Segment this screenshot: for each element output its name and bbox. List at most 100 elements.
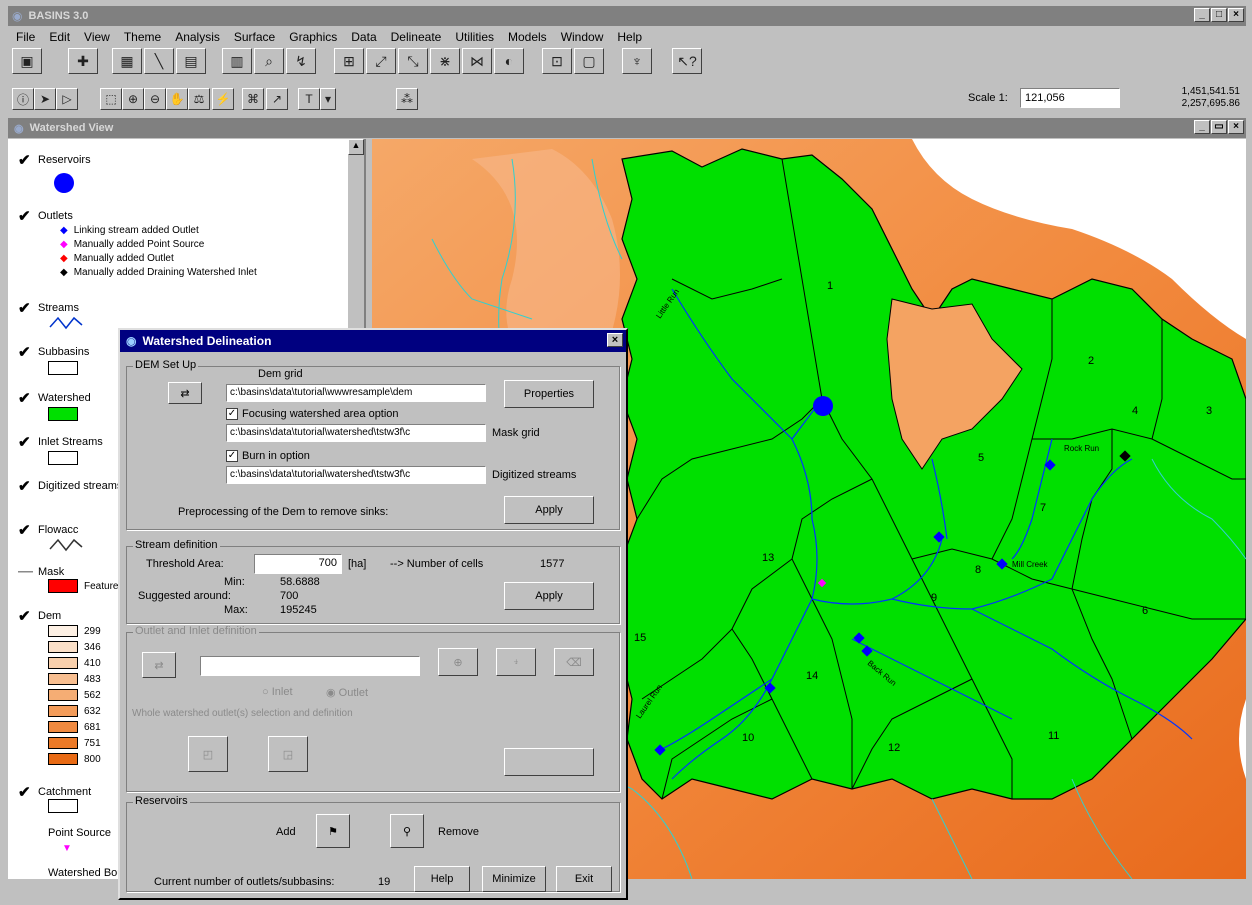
burn-in-field[interactable]: c:\basins\data\tutorial\watershed\tstw3f… <box>226 466 486 484</box>
scale-input[interactable]: 121,056 <box>1020 88 1120 108</box>
catchment-swatch <box>48 799 78 813</box>
zoom-active-icon[interactable]: ⤡ <box>398 48 428 74</box>
minimize-app-button[interactable]: _ <box>1194 8 1210 22</box>
outlet-table-field[interactable] <box>200 656 420 676</box>
inlet-radio[interactable]: ○ Inlet <box>262 686 293 698</box>
legend-dem[interactable]: ✔ Dem <box>18 607 61 625</box>
minimize-button[interactable]: Minimize <box>482 866 546 892</box>
previous-extent-icon[interactable]: ◐ <box>494 48 524 74</box>
pan-icon[interactable]: ✋ <box>166 88 188 110</box>
zoom-in-icon[interactable]: ⋇ <box>430 48 460 74</box>
menu-surface[interactable]: Surface <box>234 30 275 44</box>
select-features-icon[interactable]: ⊡ <box>542 48 572 74</box>
close-app-button[interactable]: × <box>1228 8 1244 22</box>
menu-models[interactable]: Models <box>508 30 547 44</box>
maximize-app-button[interactable]: □ <box>1211 8 1227 22</box>
edit-legend-icon[interactable]: ╲ <box>144 48 174 74</box>
find-icon[interactable]: ⌕ <box>254 48 284 74</box>
save-project-icon[interactable]: ▣ <box>12 48 42 74</box>
exit-button[interactable]: Exit <box>556 866 612 892</box>
dem-class-value: 751 <box>84 737 101 749</box>
close-dialog-button[interactable]: × <box>607 333 623 347</box>
menu-file[interactable]: File <box>16 30 35 44</box>
legend-digitized[interactable]: ✔ Digitized streams <box>18 477 122 495</box>
redefine-outlet-icon[interactable]: ⌫ <box>554 648 594 676</box>
open-dem-icon[interactable]: ⇄ <box>168 382 202 404</box>
remove-reservoir-icon[interactable]: ⚲ <box>390 814 424 848</box>
focusing-checkbox[interactable]: ✓ <box>226 408 238 421</box>
select-subbasin-icon[interactable]: ◲ <box>268 736 308 772</box>
maximize-view-button[interactable]: ▭ <box>1211 120 1227 134</box>
add-reservoir-icon[interactable]: ⚑ <box>316 814 350 848</box>
menu-window[interactable]: Window <box>561 30 604 44</box>
zoom-in-tool-icon[interactable]: ⊕ <box>122 88 144 110</box>
add-outlet-icon[interactable]: ⊕ <box>438 648 478 676</box>
hide-legend-icon[interactable]: ▤ <box>176 48 206 74</box>
preprocess-apply-button[interactable]: Apply <box>504 496 594 524</box>
stream-apply-button[interactable]: Apply <box>504 582 594 610</box>
zoom-out-tool-icon[interactable]: ⊖ <box>144 88 166 110</box>
legend-reservoirs[interactable]: ✔ Reservoirs <box>18 151 91 169</box>
dem-class-swatch <box>48 737 78 749</box>
query-builder-icon[interactable]: ⊞ <box>334 48 364 74</box>
legend-mask-feature: Feature <box>48 579 118 593</box>
minimize-view-button[interactable]: _ <box>1194 120 1210 134</box>
identify-icon[interactable]: ⓘ <box>12 88 34 110</box>
open-table-icon[interactable]: ▥ <box>222 48 252 74</box>
whole-watershed-icon[interactable]: ◰ <box>188 736 228 772</box>
legend-inlet-streams[interactable]: ✔ Inlet Streams <box>18 433 103 451</box>
dem-class-swatch <box>48 673 78 685</box>
menu-data[interactable]: Data <box>351 30 376 44</box>
menu-utilities[interactable]: Utilities <box>455 30 494 44</box>
threshold-input[interactable]: 700 <box>254 554 342 574</box>
pointer-icon[interactable]: ➤ <box>34 88 56 110</box>
label-icon[interactable]: ↗ <box>266 88 288 110</box>
dem-class-row: 800 <box>48 753 101 765</box>
legend-outlets[interactable]: ✔ Outlets <box>18 207 73 225</box>
legend-point-source[interactable]: Point Source <box>48 827 111 839</box>
menu-help[interactable]: Help <box>617 30 642 44</box>
select-feature-icon[interactable]: ⬚ <box>100 88 122 110</box>
hotlink-icon[interactable]: ⚡ <box>212 88 234 110</box>
burn-in-option[interactable]: ✓ Burn in option <box>226 450 310 463</box>
menu-view[interactable]: View <box>84 30 110 44</box>
mask-grid-field[interactable]: c:\basins\data\tutorial\watershed\tstw3f… <box>226 424 486 442</box>
menu-graphics[interactable]: Graphics <box>289 30 337 44</box>
help-button[interactable]: Help <box>414 866 470 892</box>
menu-edit[interactable]: Edit <box>49 30 70 44</box>
scroll-up-icon[interactable]: ▲ <box>348 139 364 155</box>
outlet-radio[interactable]: ◉ Outlet <box>326 686 368 699</box>
draw-icon[interactable]: ⁂ <box>396 88 418 110</box>
legend-mask[interactable]: — Mask <box>18 563 64 580</box>
add-theme-icon[interactable]: ✚ <box>68 48 98 74</box>
area-of-interest-icon[interactable]: ⌘ <box>242 88 264 110</box>
text-dropdown-icon[interactable]: ▾ <box>320 88 336 110</box>
zoom-out-icon[interactable]: ⋈ <box>462 48 492 74</box>
locate-address-icon[interactable]: ↯ <box>286 48 316 74</box>
dem-class-swatch <box>48 625 78 637</box>
menu-theme[interactable]: Theme <box>124 30 161 44</box>
legend-watershed[interactable]: ✔ Watershed <box>18 389 91 407</box>
delineate-apply-button[interactable] <box>504 748 594 776</box>
flowacc-symbol <box>49 538 83 552</box>
vertex-edit-icon[interactable]: ▷ <box>56 88 78 110</box>
dem-grid-field[interactable]: c:\basins\data\tutorial\wwwresample\dem <box>226 384 486 402</box>
menu-delineate[interactable]: Delineate <box>391 30 442 44</box>
burn-in-checkbox[interactable]: ✓ <box>226 450 238 463</box>
properties-button[interactable]: Properties <box>504 380 594 408</box>
close-view-button[interactable]: × <box>1228 120 1244 134</box>
theme-properties-icon[interactable]: ▦ <box>112 48 142 74</box>
focusing-option[interactable]: ✓ Focusing watershed area option <box>226 408 399 421</box>
clear-selection-icon[interactable]: ▢ <box>574 48 604 74</box>
text-icon[interactable]: T <box>298 88 320 110</box>
load-outlets-icon[interactable]: ⇄ <box>142 652 176 678</box>
menu-analysis[interactable]: Analysis <box>175 30 220 44</box>
measure-icon[interactable]: ⚖ <box>188 88 210 110</box>
context-help-icon[interactable]: ↖? <box>672 48 702 74</box>
select-outlet-icon[interactable]: ⍖ <box>496 648 536 676</box>
delineate-icon[interactable]: ♆ <box>622 48 652 74</box>
zoom-full-icon[interactable]: ⤢ <box>366 48 396 74</box>
subbasin-label-9: 9 <box>931 592 937 604</box>
legend-subbasins[interactable]: ✔ Subbasins <box>18 343 89 361</box>
scale-label: Scale 1: <box>968 92 1008 104</box>
